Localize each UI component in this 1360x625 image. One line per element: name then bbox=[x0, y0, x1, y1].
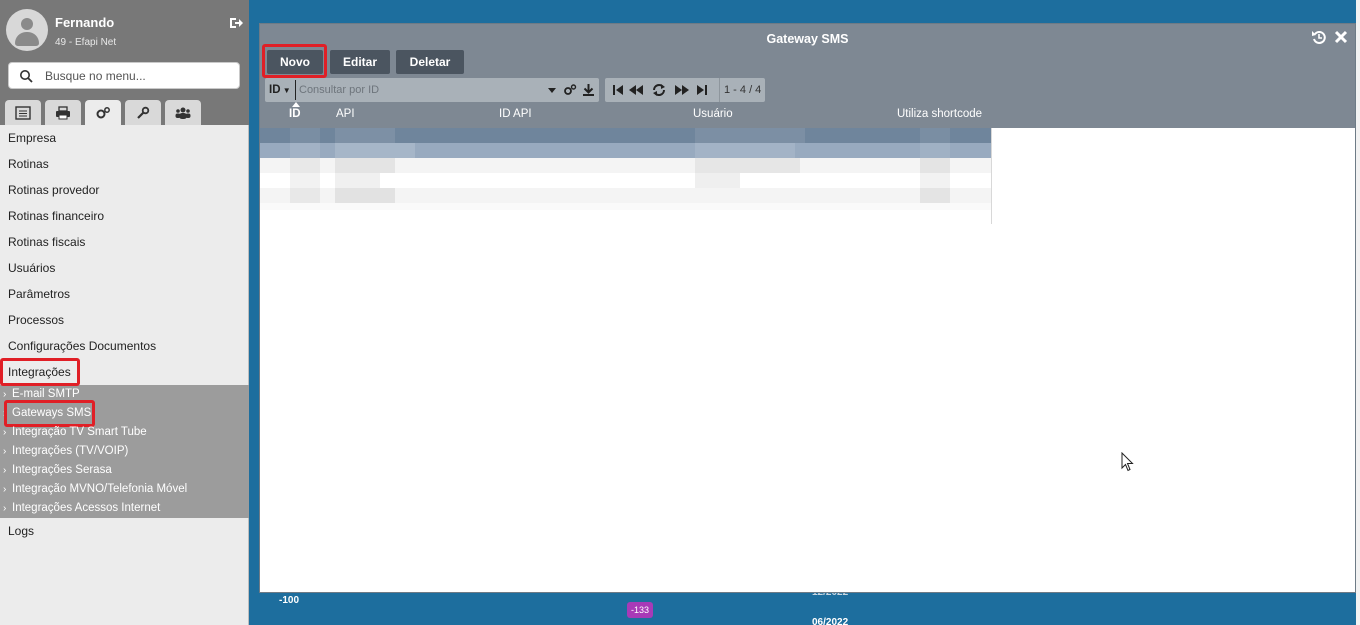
records-grid bbox=[260, 128, 992, 210]
caret-down-icon: ▼ bbox=[280, 86, 291, 95]
filter-field-select[interactable]: ID ▼ bbox=[265, 78, 293, 102]
download-icon[interactable] bbox=[582, 83, 595, 97]
chart-date-label: 06/2022 bbox=[812, 617, 849, 625]
first-page-icon[interactable] bbox=[611, 83, 625, 97]
sidebar-item-integracoes[interactable]: Integrações bbox=[0, 358, 249, 386]
modal-header: Gateway SMS Novo Editar Deletar ID ▼ Con… bbox=[260, 24, 1355, 128]
filter-input[interactable] bbox=[295, 80, 545, 100]
users-icon bbox=[175, 107, 191, 119]
gears-icon[interactable] bbox=[563, 83, 577, 97]
next-page-icon[interactable] bbox=[675, 83, 689, 97]
tab-settings[interactable] bbox=[85, 100, 121, 125]
refresh-icon[interactable] bbox=[652, 83, 666, 97]
sidebar-item-rotinas[interactable]: Rotinas bbox=[0, 151, 249, 177]
user-panel: Fernando 49 - Efapi Net bbox=[0, 0, 249, 60]
sidebar-item-empresa[interactable]: Empresa bbox=[0, 125, 249, 151]
submenu-item-serasa[interactable]: › Integrações Serasa bbox=[0, 461, 249, 480]
background-dashboard-bottom: -100 12/2022 06/2022 bbox=[249, 587, 1360, 625]
tab-tools[interactable] bbox=[125, 100, 161, 125]
submenu-item-label: Integrações Acessos Internet bbox=[12, 502, 161, 514]
tab-users[interactable] bbox=[165, 100, 201, 125]
submenu-item-label: Integrações Serasa bbox=[12, 464, 112, 476]
table-row[interactable] bbox=[260, 158, 992, 173]
submenu-item-acessos-internet[interactable]: › Integrações Acessos Internet bbox=[0, 499, 249, 518]
filter-bar: ID ▼ bbox=[265, 78, 599, 102]
table-row[interactable] bbox=[260, 173, 992, 188]
table-row[interactable] bbox=[260, 128, 992, 143]
grid-border bbox=[991, 128, 992, 224]
highlight-box bbox=[0, 358, 80, 386]
chart-value-badge: -133 bbox=[627, 602, 653, 618]
gears-icon bbox=[96, 106, 110, 118]
column-header-id[interactable]: ID bbox=[289, 108, 301, 120]
sidebar-item-rotinas-financeiro[interactable]: Rotinas financeiro bbox=[0, 203, 249, 229]
chevron-right-icon: › bbox=[3, 446, 7, 457]
printer-icon bbox=[56, 105, 70, 119]
pager: 1 - 4 / 4 bbox=[605, 78, 765, 102]
chevron-right-icon: › bbox=[3, 503, 7, 514]
gateway-sms-modal: Gateway SMS Novo Editar Deletar ID ▼ Con… bbox=[259, 23, 1356, 593]
sidebar-item-logs[interactable]: Logs bbox=[0, 518, 249, 544]
submenu-item-label: Integrações (TV/VOIP) bbox=[12, 445, 129, 457]
sidebar-item-parametros[interactable]: Parâmetros bbox=[0, 281, 249, 307]
chevron-down-icon[interactable] bbox=[548, 86, 556, 94]
table-row[interactable] bbox=[260, 143, 992, 158]
edit-button[interactable]: Editar bbox=[330, 50, 390, 74]
cursor-icon bbox=[1121, 452, 1134, 472]
sidebar-item-configuracoes-documentos[interactable]: Configurações Documentos bbox=[0, 333, 249, 359]
submenu-item-tv-voip[interactable]: › Integrações (TV/VOIP) bbox=[0, 442, 249, 461]
tab-list[interactable] bbox=[5, 100, 41, 125]
column-header-id-api[interactable]: ID API bbox=[499, 108, 532, 120]
modal-title: Gateway SMS bbox=[766, 32, 849, 46]
column-header-utiliza-shortcode[interactable]: Utiliza shortcode bbox=[897, 108, 982, 120]
table-row bbox=[260, 203, 992, 210]
pager-count: 1 - 4 / 4 bbox=[719, 78, 761, 102]
tab-print[interactable] bbox=[45, 100, 81, 125]
logout-icon[interactable] bbox=[229, 16, 243, 30]
sidebar-item-rotinas-provedor[interactable]: Rotinas provedor bbox=[0, 177, 249, 203]
filter-field-label: ID bbox=[269, 84, 281, 96]
submenu-item-label: Integração TV Smart Tube bbox=[12, 426, 147, 438]
restore-icon[interactable] bbox=[1311, 29, 1327, 45]
page-scrollbar[interactable] bbox=[1356, 0, 1360, 625]
chevron-right-icon: › bbox=[3, 484, 7, 495]
column-header-api[interactable]: API bbox=[336, 108, 355, 120]
search-icon bbox=[20, 70, 33, 83]
integracoes-submenu: › E-mail SMTP › Gateways SMS › Integração T… bbox=[0, 385, 249, 518]
sidebar-item-processos[interactable]: Processos bbox=[0, 307, 249, 333]
chevron-right-icon: › bbox=[3, 465, 7, 476]
sort-indicator bbox=[292, 102, 300, 107]
new-button[interactable]: Novo bbox=[267, 50, 323, 74]
delete-button[interactable]: Deletar bbox=[396, 50, 464, 74]
sidebar-tabs bbox=[0, 98, 249, 125]
list-icon bbox=[15, 105, 31, 120]
user-company: 49 - Efapi Net bbox=[55, 37, 117, 48]
background-dashboard-top bbox=[249, 0, 1360, 22]
submenu-item-label: E-mail SMTP bbox=[12, 388, 80, 400]
search-input[interactable] bbox=[45, 67, 235, 85]
sidebar-menu: Empresa Rotinas Rotinas provedor Rotinas… bbox=[0, 125, 249, 544]
avatar bbox=[6, 9, 48, 51]
table-row[interactable] bbox=[260, 188, 992, 203]
submenu-item-tv-smart-tube[interactable]: › Integração TV Smart Tube bbox=[0, 423, 249, 442]
wrench-icon bbox=[137, 106, 150, 119]
last-page-icon[interactable] bbox=[695, 83, 709, 97]
column-header-usuario[interactable]: Usuário bbox=[693, 108, 733, 120]
submenu-item-mvno[interactable]: › Integração MVNO/Telefonia Móvel bbox=[0, 480, 249, 499]
previous-page-icon[interactable] bbox=[629, 83, 643, 97]
close-icon[interactable] bbox=[1333, 29, 1349, 45]
search-box[interactable] bbox=[8, 62, 240, 89]
chart-axis-label: -100 bbox=[279, 595, 300, 606]
menu-search-area bbox=[0, 60, 249, 98]
sidebar: Fernando 49 - Efapi Net Busque no menu..… bbox=[0, 0, 249, 625]
user-name: Fernando bbox=[55, 15, 115, 30]
submenu-item-gateways-sms[interactable]: › Gateways SMS bbox=[0, 400, 249, 427]
submenu-item-label: Integração MVNO/Telefonia Móvel bbox=[12, 483, 188, 495]
sidebar-item-usuarios[interactable]: Usuários bbox=[0, 255, 249, 281]
chevron-right-icon: › bbox=[3, 427, 7, 438]
sidebar-item-rotinas-fiscais[interactable]: Rotinas fiscais bbox=[0, 229, 249, 255]
